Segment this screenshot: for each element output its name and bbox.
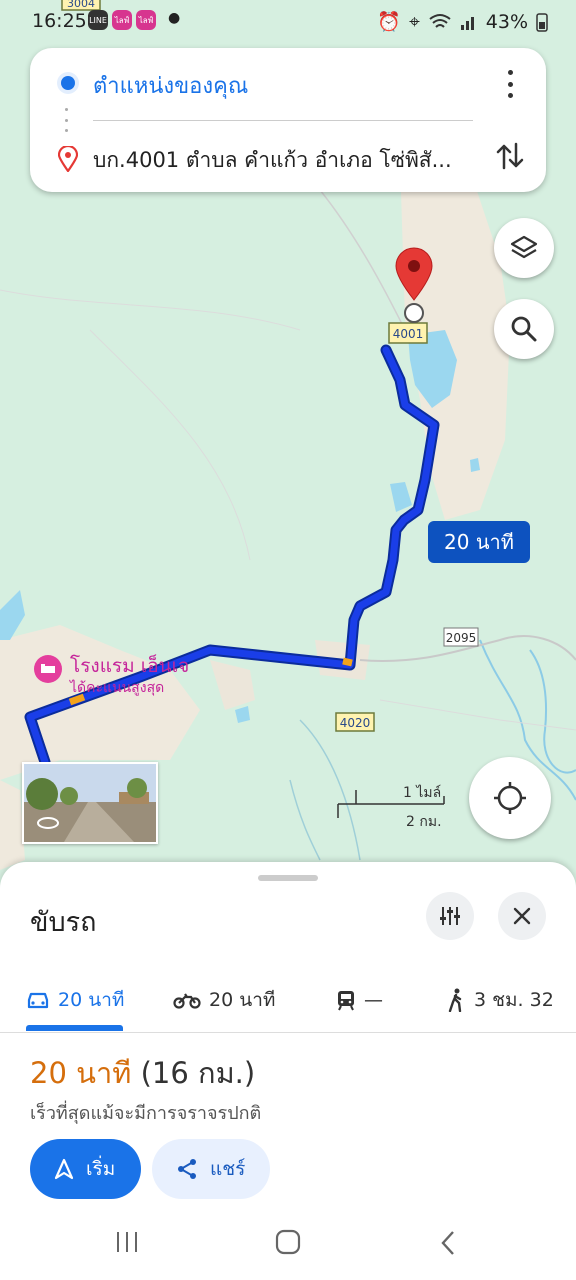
my-location-button[interactable]	[469, 757, 551, 839]
travel-mode-tabs: 20 นาที 20 นาที — 3 ชม. 32	[0, 970, 576, 1033]
live-app-icon: ไลฟ์	[112, 10, 132, 30]
system-nav-bar	[0, 1210, 576, 1280]
tab-car[interactable]: 20 นาที	[26, 980, 124, 1020]
share-icon	[178, 1159, 196, 1179]
route-options-button[interactable]	[426, 892, 474, 940]
car-icon	[27, 992, 49, 1009]
status-right: ⏰ ⌖ 43%	[377, 10, 548, 33]
share-label: แชร์	[210, 1158, 246, 1180]
tab-motorcycle[interactable]: 20 นาที	[173, 980, 275, 1020]
navigation-arrow-icon	[54, 1158, 74, 1180]
tab-walk[interactable]: 3 ชม. 32	[446, 980, 554, 1020]
route-note: เร็วที่สุดแม้จะมีการจราจรปกติ	[30, 1103, 262, 1124]
start-navigation-button[interactable]: เริ่ม	[30, 1139, 141, 1199]
alarm-icon: ⏰	[377, 11, 402, 33]
route-eta-label[interactable]: 20 นาที	[428, 521, 530, 563]
status-time: 16:25	[32, 10, 87, 32]
route-summary: 20 นาที (16 กม.)	[30, 1050, 255, 1096]
origin-field[interactable]: ตำแหน่งของคุณ	[30, 48, 500, 120]
active-tab-indicator	[26, 1025, 123, 1031]
poi-subtitle: ได้คะแนนสูงสุด	[70, 680, 165, 696]
svg-text:4001: 4001	[393, 327, 424, 341]
street-view-thumbnail[interactable]	[22, 762, 158, 844]
tab-transit[interactable]: —	[336, 980, 383, 1020]
svg-text:2095: 2095	[446, 631, 477, 645]
map-scale: 1 ไมล์ 2 กม.	[336, 782, 456, 832]
origin-text: ตำแหน่งของคุณ	[93, 74, 249, 99]
scale-metric: 2 กม.	[406, 814, 442, 830]
scale-imperial: 1 ไมล์	[403, 785, 442, 801]
fields-divider	[93, 120, 473, 121]
location-icon: ⌖	[409, 10, 420, 33]
my-location-dot-icon	[61, 76, 75, 90]
route-distance: (16 กม.)	[140, 1056, 256, 1090]
route-time: 20 นาที	[30, 1056, 132, 1090]
sliders-icon	[440, 907, 460, 925]
live-app-icon-2: ไลฟ์	[136, 10, 156, 30]
svg-text:4020: 4020	[340, 716, 371, 730]
status-bar: 16:25 LINE ไลฟ์ ไลฟ์ ● ⏰ ⌖ 43%	[0, 0, 576, 42]
tab-car-label: 20 นาที	[58, 989, 125, 1011]
start-label: เริ่ม	[86, 1158, 116, 1180]
hotel-icon	[34, 655, 62, 683]
close-icon	[513, 907, 531, 925]
tab-transit-label: —	[364, 989, 383, 1011]
swap-directions-icon[interactable]	[492, 138, 528, 174]
road-shield-2095: 2095	[443, 627, 479, 647]
layers-button[interactable]	[494, 218, 554, 278]
walk-icon	[448, 988, 462, 1012]
street-view-icon	[37, 817, 59, 829]
more-options-icon[interactable]	[498, 70, 522, 98]
road-shield-4020: 4020	[335, 712, 375, 732]
directions-sheet: ขับรถ 20 นาที 20 นาที — 3 ชม. 32 20 นาที…	[0, 862, 576, 1280]
battery-percent: 43%	[485, 10, 528, 33]
tab-walk-label: 3 ชม. 32	[474, 989, 554, 1011]
back-icon[interactable]	[438, 1230, 458, 1256]
crosshair-icon	[494, 782, 526, 814]
signal-icon	[460, 16, 474, 30]
notification-icons: LINE ไลฟ์ ไลฟ์ ●	[88, 10, 180, 30]
directions-card: ตำแหน่งของคุณ บก.4001 ตำบล คำแก้ว อำเภอ …	[30, 48, 546, 192]
search-icon	[511, 316, 537, 342]
more-notifications-icon: ●	[168, 10, 181, 26]
route-connector-dots-icon	[65, 108, 69, 132]
line-app-icon: LINE	[88, 10, 108, 30]
close-button[interactable]	[498, 892, 546, 940]
battery-icon	[536, 12, 548, 32]
destination-text: บก.4001 ตำบล คำแก้ว อำเภอ โซ่พิสั...	[93, 148, 452, 172]
destination-field[interactable]: บก.4001 ตำบล คำแก้ว อำเภอ โซ่พิสั...	[30, 134, 500, 190]
train-icon	[338, 991, 354, 1011]
home-icon[interactable]	[274, 1228, 302, 1256]
wifi-icon	[429, 13, 451, 28]
tab-motorcycle-label: 20 นาที	[209, 989, 276, 1011]
recent-apps-icon[interactable]	[114, 1230, 140, 1254]
share-button[interactable]: แชร์	[152, 1139, 270, 1199]
sheet-drag-handle[interactable]	[258, 875, 318, 881]
search-button[interactable]	[494, 299, 554, 359]
motorcycle-icon	[173, 993, 201, 1009]
layers-icon	[510, 235, 538, 259]
road-shield-4001: 4001	[388, 322, 428, 344]
destination-pin-small-icon	[58, 146, 78, 172]
travel-mode-title: ขับรถ	[30, 907, 97, 938]
